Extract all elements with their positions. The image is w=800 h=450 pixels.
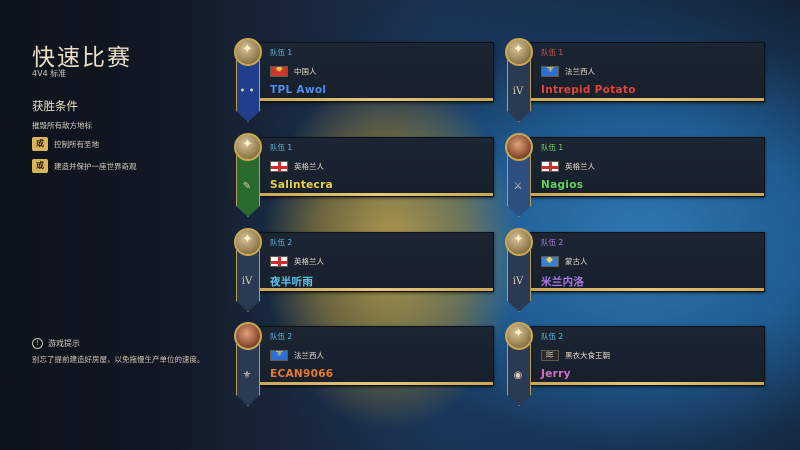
civilization-name: 蒙古人 [565,257,588,266]
or-badge: 或 [32,137,48,151]
player-avatar [505,228,533,256]
page-title: 快速比赛 [32,45,132,71]
civ-flag-icon [270,256,288,267]
player-name: 米兰内洛 [541,276,585,288]
player-name: TPL Awol [270,84,327,96]
team-label: 队伍 1 [541,48,564,57]
civilization-row: 英格兰人 [541,161,595,172]
team-label: 队伍 2 [541,238,564,247]
player-card[interactable]: ⚔ 队伍 1 英格兰人 Nagios [505,133,765,217]
banner-emblem-icon: iV [512,86,524,97]
player-avatar [234,38,262,66]
player-card[interactable]: iV 队伍 2 英格兰人 夜半听雨 [234,228,494,312]
banner-emblem-icon: ⚔ [513,181,523,192]
civilization-name: 英格兰人 [294,162,324,171]
civilization-name: 中国人 [294,67,317,76]
player-card[interactable]: • • 队伍 1 中国人 TPL Awol [234,38,494,122]
victory-condition-text: 建造并保护一座世界奇观 [54,161,137,171]
civilization-name: 黑衣大食王朝 [565,351,610,360]
banner-emblem-icon: iV [241,276,253,287]
civilization-name: 英格兰人 [565,162,595,171]
civ-flag-icon [270,350,288,361]
banner-emblem-icon: iV [512,276,524,287]
game-tip-text: 别忘了提前建造好房屋，以免拖慢生产单位的速度。 [32,355,205,364]
civ-flag-icon [541,161,559,172]
player-avatar [505,133,533,161]
victory-condition-landmarks: 摧毁所有敌方地标 [32,120,92,131]
player-card[interactable]: iV 队伍 1 法兰西人 Intrepid Potato [505,38,765,122]
civilization-name: 法兰西人 [565,67,595,76]
banner-emblem-icon: ◉ [513,370,523,381]
mode-subtitle: 4V4 标准 [32,69,67,78]
civilization-row: 法兰西人 [541,66,595,77]
player-name: Salintecra [270,179,333,191]
team-label: 队伍 2 [541,332,564,341]
civilization-name: 英格兰人 [294,257,324,266]
player-avatar [505,322,533,350]
info-icon: ! [32,338,43,349]
civ-flag-icon [541,350,559,361]
team-label: 队伍 1 [270,143,293,152]
banner-emblem-icon: • • [239,86,255,97]
team-label: 队伍 1 [541,143,564,152]
game-tip-title: 游戏提示 [48,339,80,348]
victory-condition-text: 摧毁所有敌方地标 [32,121,92,130]
civilization-row: 英格兰人 [270,161,324,172]
player-name: ECAN9066 [270,368,334,380]
civ-flag-icon [270,66,288,77]
or-badge: 或 [32,159,48,173]
player-avatar [505,38,533,66]
banner-emblem-icon: ⚜ [242,370,252,381]
player-avatar [234,322,262,350]
victory-condition-sacred: 或 控制所有圣地 [32,137,99,151]
player-name: 夜半听雨 [270,276,314,288]
team-label: 队伍 2 [270,238,293,247]
civilization-row: 中国人 [270,66,317,77]
civilization-row: 黑衣大食王朝 [541,350,610,361]
victory-condition-text: 控制所有圣地 [54,139,99,149]
civilization-row: 蒙古人 [541,256,588,267]
game-tip-header: ! 游戏提示 [32,338,80,349]
civ-flag-icon [270,161,288,172]
player-name: Nagios [541,179,584,191]
civilization-row: 英格兰人 [270,256,324,267]
team-label: 队伍 1 [270,48,293,57]
player-name: Jerry [541,368,571,380]
player-card[interactable]: ✎ 队伍 1 英格兰人 Salintecra [234,133,494,217]
player-card[interactable]: iV 队伍 2 蒙古人 米兰内洛 [505,228,765,312]
civ-flag-icon [541,66,559,77]
civilization-name: 法兰西人 [294,351,324,360]
team-label: 队伍 2 [270,332,293,341]
victory-condition-wonder: 或 建造并保护一座世界奇观 [32,159,137,173]
civ-flag-icon [541,256,559,267]
player-card[interactable]: ◉ 队伍 2 黑衣大食王朝 Jerry [505,322,765,406]
victory-conditions-title: 获胜条件 [32,99,78,113]
player-avatar [234,133,262,161]
civilization-row: 法兰西人 [270,350,324,361]
player-name: Intrepid Potato [541,84,636,96]
banner-emblem-icon: ✎ [242,181,252,192]
player-avatar [234,228,262,256]
player-card[interactable]: ⚜ 队伍 2 法兰西人 ECAN9066 [234,322,494,406]
